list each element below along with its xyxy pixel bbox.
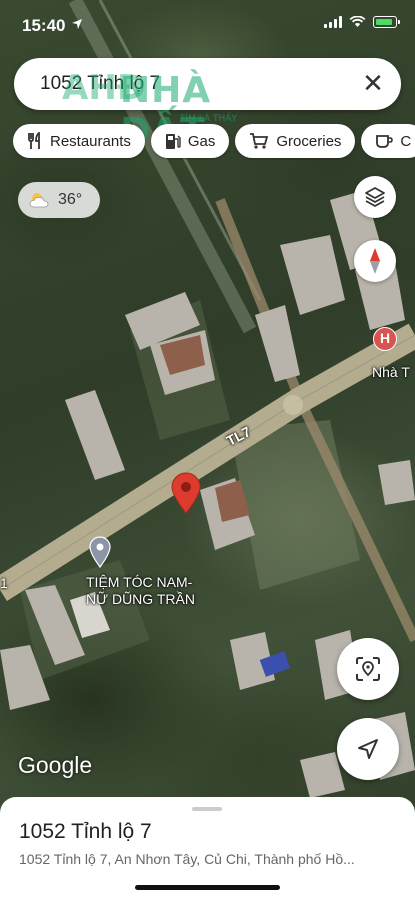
home-indicator[interactable] [135,885,280,890]
compass-button[interactable] [354,240,396,282]
battery-level [375,18,392,25]
search-bar[interactable]: 1052 Tỉnh lộ 7 ✕ [14,58,401,110]
layers-icon [365,187,385,207]
chip-label: Groceries [276,132,342,150]
compass-icon [370,248,380,274]
cellular-signal-icon [324,16,342,28]
coffee-icon [376,135,394,148]
place-pin-icon[interactable] [88,536,112,568]
place-bottom-sheet[interactable]: 1052 Tỉnh lộ 7 1052 Tỉnh lộ 7, An Nhơn T… [0,797,415,900]
close-icon[interactable]: ✕ [359,70,387,98]
chip-label: Restaurants [50,132,131,150]
weather-badge[interactable]: 36° [18,182,100,218]
gas-pump-icon [165,134,181,149]
place-label[interactable]: TIỆM TÓC NAM- NỮ DŨNG TRẦN [86,574,195,608]
place-title: 1052 Tỉnh lộ 7 [19,820,152,843]
poi-label[interactable]: Nhà T [372,364,410,381]
hospital-icon[interactable]: H [373,327,397,351]
search-input[interactable]: 1052 Tỉnh lộ 7 [40,73,160,95]
fork-knife-icon [28,132,40,149]
weather-temperature: 36° [58,191,83,208]
location-pin-icon[interactable] [170,472,202,514]
navigation-arrow-icon [358,739,378,759]
google-attribution: Google [18,752,93,778]
location-arrow-icon [71,18,83,33]
chip-label: Gas [187,132,216,150]
chip-gas[interactable]: Gas [150,124,230,158]
battery-icon [373,16,400,28]
place-address: 1052 Tỉnh lộ 7, An Nhơn Tây, Củ Chi, Thà… [19,851,355,867]
status-time: 15:40 [22,16,66,35]
explore-area-icon [356,657,380,681]
status-bar: 15:40 [0,0,415,50]
directions-button[interactable] [337,718,399,780]
chip-label: C [400,132,412,150]
status-icons [324,16,400,28]
wifi-icon [349,16,366,27]
cart-icon [250,133,269,149]
edge-road-label: 1 [0,575,8,591]
layers-button[interactable] [354,176,396,218]
explore-area-button[interactable] [337,638,399,700]
chip-groceries[interactable]: Groceries [235,124,356,158]
chip-coffee[interactable]: C [361,124,415,158]
sheet-drag-handle[interactable] [192,807,222,811]
chip-restaurants[interactable]: Restaurants [13,124,145,158]
partly-cloudy-icon [29,193,49,208]
category-chips: Restaurants Gas Groceries C [13,124,415,160]
